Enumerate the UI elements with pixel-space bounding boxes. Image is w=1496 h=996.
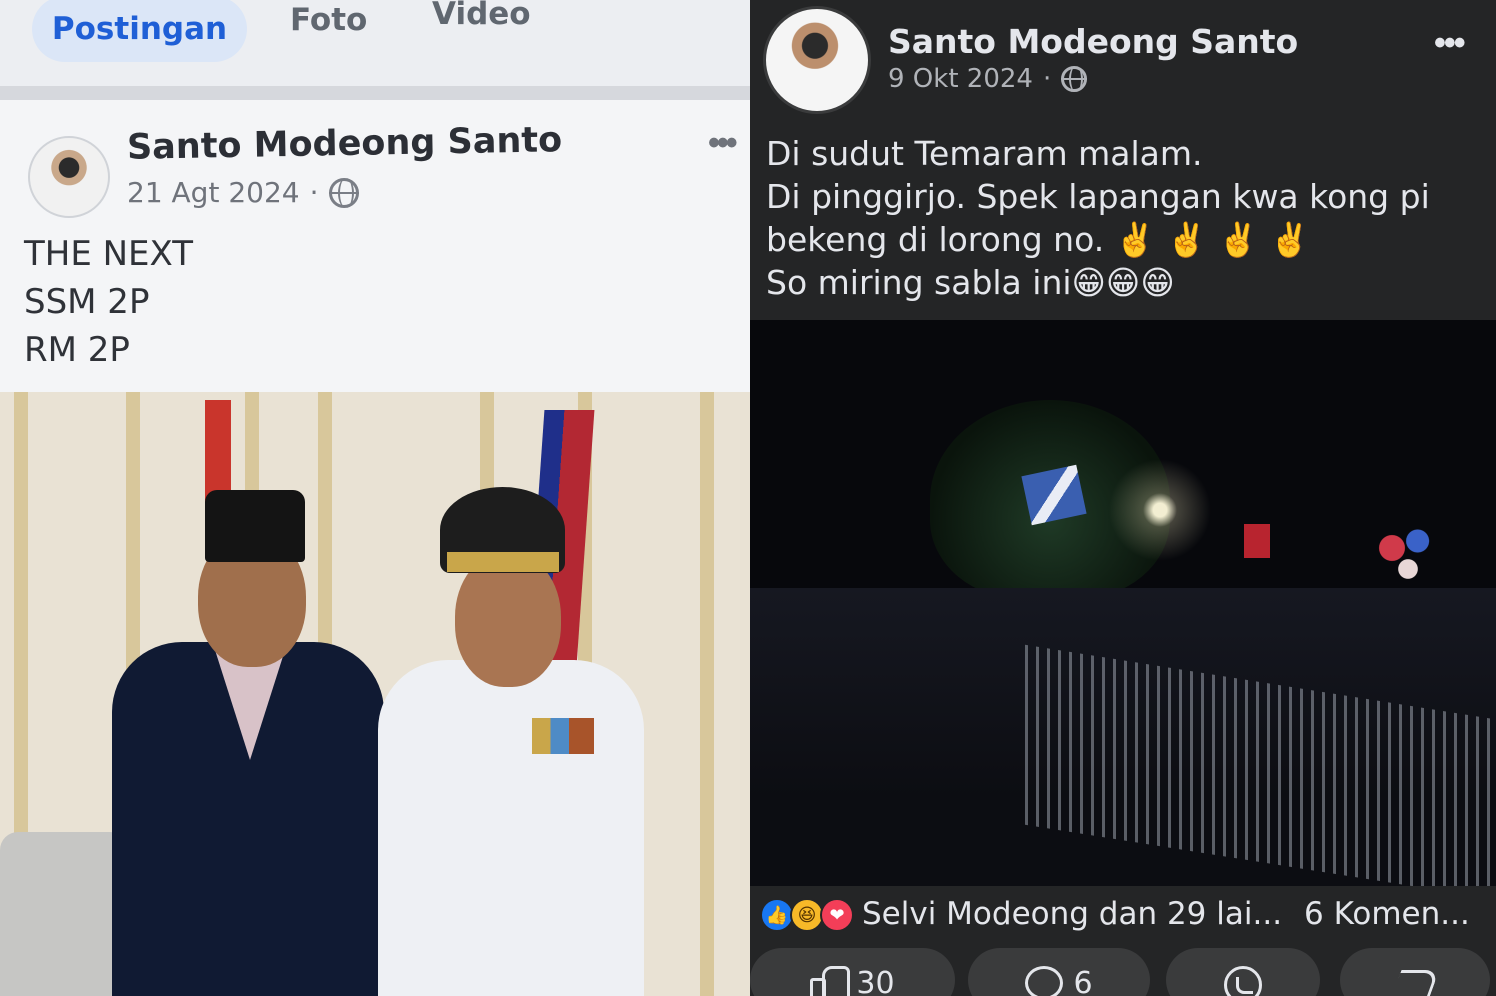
cap-band (447, 552, 559, 572)
person-uniform (378, 660, 644, 996)
post-text-line: So miring sabla ini😁😁😁 (766, 263, 1175, 302)
left-post-header: Santo Modeong Santo 21 Agt 2024 · ••• TH… (0, 100, 750, 392)
post-photo[interactable] (0, 392, 750, 996)
comment-button[interactable]: 6 (968, 948, 1150, 996)
post-text-line: Di sudut Temaram malam. (766, 134, 1203, 173)
peci-hat (205, 490, 305, 562)
whatsapp-icon (1224, 966, 1262, 996)
whatsapp-share-button[interactable] (1166, 948, 1320, 996)
post-text-line: SSM 2P (24, 282, 150, 322)
haha-icon: 😆 (790, 898, 824, 932)
post-meta: 21 Agt 2024 · (127, 176, 359, 209)
profile-tabs: Postingan Foto Video (0, 0, 750, 100)
tab-postingan[interactable]: Postingan (32, 0, 247, 62)
post-actions: 30 6 (750, 944, 1496, 996)
reactions-bar[interactable]: 👍 😆 ❤ Selvi Modeong dan 29 lai... 6 Kome… (750, 886, 1496, 944)
more-options-icon[interactable]: ••• (1434, 24, 1466, 63)
reactions-summary[interactable]: Selvi Modeong dan 29 lai... (862, 896, 1282, 932)
author-name[interactable]: Santo Modeong Santo (888, 22, 1298, 61)
post-text-line: RM 2P (24, 330, 130, 370)
post-date[interactable]: 9 Okt 2024 (888, 64, 1033, 94)
wall-panel (700, 392, 714, 996)
reaction-icons: 👍 😆 ❤ (760, 898, 856, 932)
post-text-line: bekeng di lorong no. ✌️ ✌️ ✌️ ✌️ (766, 220, 1311, 259)
red-flag (1244, 524, 1270, 558)
post-text-line: THE NEXT (24, 234, 194, 274)
globe-icon (1061, 66, 1088, 92)
post-text-line: Di pinggirjo. Spek lapangan kwa kong pi (766, 177, 1430, 216)
tabs-divider (0, 86, 750, 100)
comment-icon (1025, 966, 1064, 996)
balloons (1368, 520, 1448, 590)
like-button[interactable]: 30 (750, 948, 955, 996)
post-photo[interactable] (750, 320, 1496, 886)
meta-separator: · (309, 176, 319, 209)
chair (0, 832, 128, 996)
medals (532, 718, 594, 754)
tab-foto[interactable]: Foto (290, 2, 367, 38)
love-icon: ❤ (820, 898, 854, 932)
tab-video[interactable]: Video (432, 0, 531, 32)
thumbs-up-icon (810, 966, 851, 996)
share-button[interactable] (1340, 948, 1490, 996)
avatar[interactable] (28, 136, 110, 218)
author-name[interactable]: Santo Modeong Santo (127, 120, 563, 168)
left-post-screenshot: Postingan Foto Video Santo Modeong Santo… (0, 0, 750, 996)
like-icon: 👍 (760, 898, 794, 932)
avatar[interactable] (763, 6, 871, 114)
post-date[interactable]: 21 Agt 2024 (127, 176, 300, 209)
comments-count[interactable]: 6 Komen... (1304, 896, 1470, 932)
more-options-icon[interactable]: ••• (708, 124, 738, 163)
comment-count: 6 (1073, 966, 1093, 996)
street-light (1100, 450, 1220, 570)
meta-separator: · (1042, 64, 1052, 94)
globe-icon (328, 177, 359, 208)
post-meta: 9 Okt 2024 · (888, 64, 1088, 94)
share-icon (1390, 970, 1440, 996)
right-post-screenshot: Santo Modeong Santo 9 Okt 2024 · ••• Di … (750, 0, 1496, 996)
like-count: 30 (856, 966, 895, 996)
